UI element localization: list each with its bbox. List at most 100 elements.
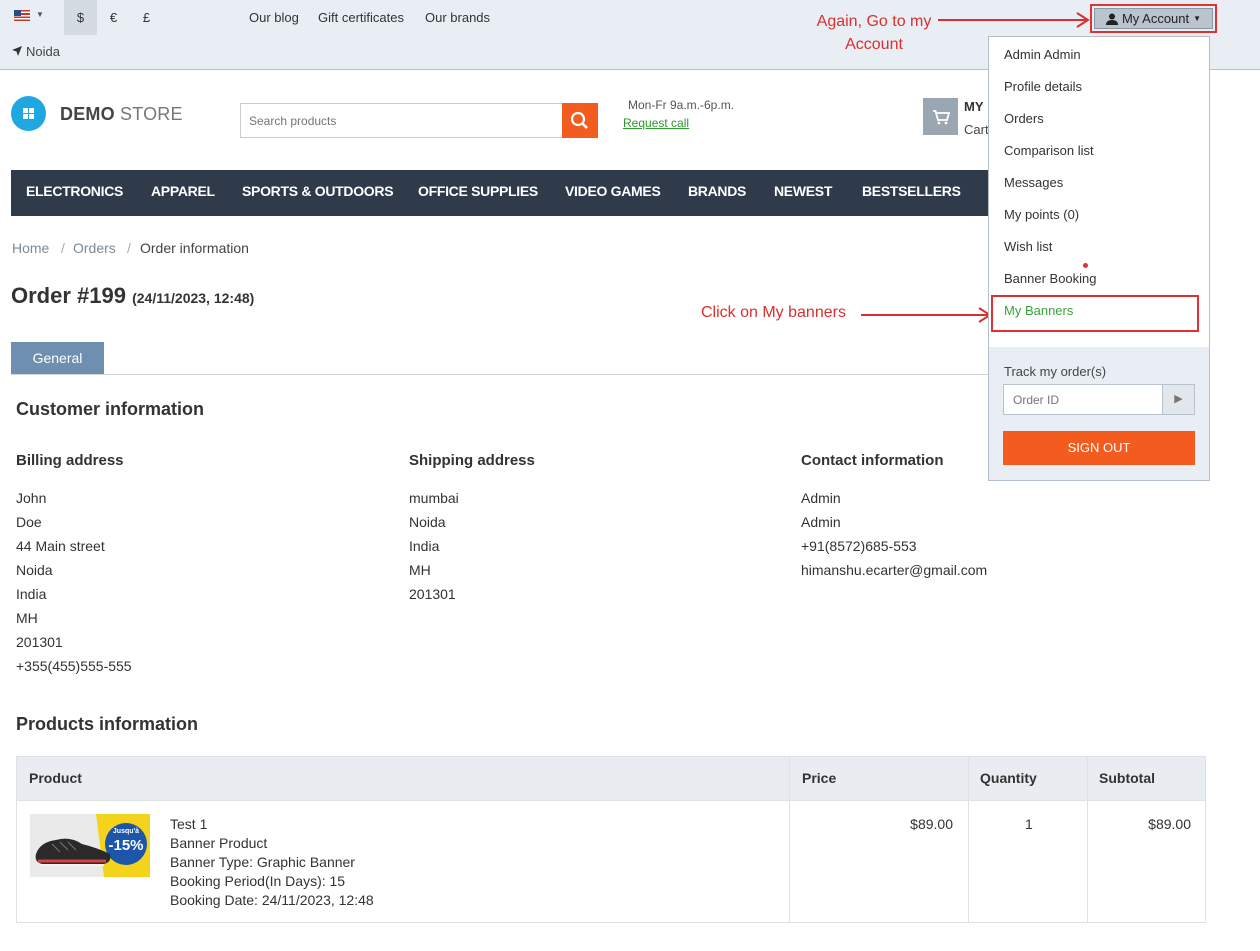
billing-line: 201301 [16,634,63,650]
menu-item-my-banners[interactable]: My Banners [1004,303,1073,318]
track-order-label: Track my order(s) [1004,364,1107,379]
logo[interactable]: DEMO STORE [60,104,183,125]
search-box [240,103,598,138]
product-details: Test 1 Banner Product Banner Type: Graph… [170,815,374,910]
logo-light: STORE [120,104,183,124]
link-gift-certificates[interactable]: Gift certificates [318,10,404,25]
menu-item-orders[interactable]: Orders [1004,111,1044,126]
breadcrumb-separator: / [127,240,131,256]
annotation-arrow [861,314,991,316]
product-detail-line: Booking Date: 24/11/2023, 12:48 [170,892,374,908]
product-price: $89.00 [910,816,953,832]
nav-newest[interactable]: NEWEST [774,170,832,213]
currency-usd[interactable]: $ [64,0,97,35]
logo-bold: DEMO [60,104,115,124]
search-icon [570,111,588,129]
link-brands[interactable]: Our brands [425,10,490,25]
play-icon: ▶ [1174,393,1183,405]
nav-office-supplies[interactable]: OFFICE SUPPLIES [418,170,538,213]
shipping-line: India [409,538,440,554]
order-number: Order #199 [11,283,126,308]
user-icon [1105,13,1118,25]
search-input[interactable] [241,104,561,137]
my-account-label: My Account [1121,11,1190,26]
products-info-heading: Products information [16,714,199,734]
menu-item-account-name[interactable]: Admin Admin [1004,47,1081,62]
menu-item-banner-booking[interactable]: Banner Booking [1004,271,1097,286]
contact-line: +91(8572)685-553 [801,538,917,554]
menu-item-my-points[interactable]: My points (0) [1004,207,1079,222]
link-blog[interactable]: Our blog [249,10,299,25]
logo-icon[interactable] [11,96,46,131]
shipping-line: Noida [409,514,446,530]
nav-sports-outdoors[interactable]: SPORTS & OUTDOORS [242,170,394,213]
opening-hours: Mon-Fr 9a.m.-6p.m. [628,98,735,112]
track-go-button[interactable]: ▶ [1162,385,1194,414]
column-subtotal: Subtotal [1099,770,1155,786]
shipping-line: MH [409,562,431,578]
contact-line: Admin [801,514,841,530]
shipping-line: 201301 [409,586,456,602]
annotation-arrow [938,19,1088,21]
product-image[interactable]: Jusqu'à -15% [30,814,150,877]
sign-out-button[interactable]: SIGN OUT [1003,431,1195,465]
billing-line: Doe [16,514,42,530]
billing-line: John [16,490,47,506]
product-detail-line: Banner Product [170,835,268,851]
nav-brands[interactable]: BRANDS [688,170,746,213]
cart-icon[interactable] [923,98,958,135]
order-date: (24/11/2023, 12:48) [132,290,255,306]
search-button[interactable] [562,103,598,138]
nav-bestsellers[interactable]: BESTSELLERS [862,170,961,213]
my-account-button[interactable]: My Account ▼ [1094,8,1213,29]
product-quantity: 1 [1025,816,1033,832]
breadcrumb-orders[interactable]: Orders [73,240,116,256]
table-header: Product Price Quantity Subtotal [17,757,1205,801]
arrow-head-icon [1076,12,1090,28]
order-id-input[interactable] [1004,385,1162,414]
us-flag-icon[interactable] [14,10,30,21]
billing-line: India [16,586,47,602]
menu-item-profile-details[interactable]: Profile details [1004,79,1082,94]
page-title: Order #199 (24/11/2023, 12:48) [11,283,254,309]
billing-line: +355(455)555-555 [16,658,132,674]
product-subtotal: $89.00 [1148,816,1191,832]
column-product: Product [29,770,82,786]
billing-line: Noida [16,562,53,578]
menu-item-wish-list[interactable]: Wish list [1004,239,1052,254]
product-detail-line: Booking Period(In Days): 15 [170,873,346,889]
column-quantity: Quantity [980,770,1037,786]
nav-electronics[interactable]: ELECTRONICS [26,170,123,213]
menu-item-comparison-list[interactable]: Comparison list [1004,143,1094,158]
tab-general[interactable]: General [11,342,104,374]
location[interactable]: Noida [12,44,60,59]
account-dropdown: Admin Admin Profile details Orders Compa… [988,36,1210,481]
product-name[interactable]: Test 1 [170,815,374,834]
breadcrumb-home[interactable]: Home [12,240,49,256]
column-divider [968,757,969,922]
customer-info-heading: Customer information [16,399,205,419]
contact-line: himanshu.ecarter@gmail.com [801,562,988,578]
cart-title[interactable]: MY [964,99,984,114]
cart-subtitle[interactable]: Cart [964,122,989,137]
billing-line: 44 Main street [16,538,105,554]
billing-line: MH [16,610,38,626]
column-divider [1087,757,1088,922]
annotation-go-to-account: Again, Go to my Account [816,13,932,53]
request-call-link[interactable]: Request call [623,116,689,130]
menu-item-messages[interactable]: Messages [1004,175,1063,190]
column-divider [789,757,790,922]
contact-line: Admin [801,490,841,506]
currency-gbp[interactable]: £ [130,0,163,35]
location-arrow-icon [12,46,22,56]
shipping-line: mumbai [409,490,459,506]
nav-video-games[interactable]: VIDEO GAMES [565,170,661,213]
products-table: Product Price Quantity Subtotal Jusqu'à … [16,756,1206,923]
product-detail-line: Banner Type: Graphic Banner [170,854,355,870]
currency-eur[interactable]: € [97,0,130,35]
chevron-down-icon: ▼ [1193,14,1202,23]
breadcrumb-separator: / [61,240,65,256]
chevron-down-icon[interactable]: ▼ [36,10,44,19]
badge-top-text: Jusqu'à [112,828,140,835]
nav-apparel[interactable]: APPAREL [151,170,215,213]
